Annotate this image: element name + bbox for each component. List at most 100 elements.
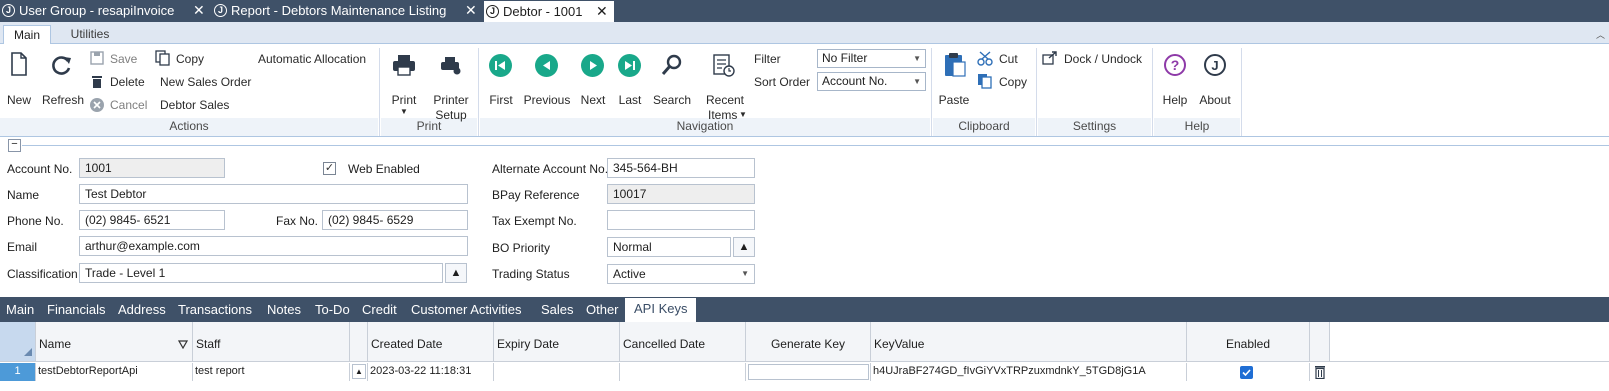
refresh-button[interactable]: Refresh	[40, 52, 84, 108]
cell-name[interactable]: testDebtorReportApi	[36, 363, 193, 381]
next-button[interactable]: Next	[576, 52, 610, 108]
save-icon	[90, 51, 104, 65]
tab-address[interactable]: Address	[118, 302, 166, 317]
divider	[379, 48, 380, 136]
collapse-ribbon-icon[interactable]: ︿	[1596, 28, 1605, 41]
col-header-cancelled[interactable]: Cancelled Date	[620, 322, 746, 362]
about-icon: J	[1204, 54, 1226, 76]
tab-to-do[interactable]: To-Do	[315, 302, 350, 317]
doc-tab-user-group[interactable]: J User Group - resapiInvoice ✕	[0, 0, 210, 22]
col-header-key[interactable]: KeyValue	[871, 322, 1187, 362]
account-no-field[interactable]: 1001	[79, 158, 225, 178]
bo-priority-lookup-button[interactable]: ▲	[733, 237, 755, 257]
copy-icon	[155, 50, 170, 66]
cell-created[interactable]: 2023-03-22 11:18:31	[368, 363, 494, 381]
copy-record-button[interactable]: Copy	[153, 50, 213, 68]
debtor-sales-button[interactable]: Debtor Sales	[160, 98, 229, 112]
col-header-created[interactable]: Created Date	[368, 322, 494, 362]
generate-key-button[interactable]	[748, 364, 869, 380]
ribbon-tab-main[interactable]: Main	[3, 25, 51, 45]
tab-customer-activities[interactable]: Customer Activities	[411, 302, 522, 317]
bpay-field[interactable]: 10017	[607, 184, 755, 204]
about-button[interactable]: J About	[1196, 52, 1234, 108]
email-field[interactable]: arthur@example.com	[79, 236, 468, 256]
web-enabled-checkbox[interactable]: ✓	[323, 162, 336, 175]
delete-row-button[interactable]	[1310, 363, 1330, 381]
enabled-checkbox[interactable]	[1240, 366, 1253, 379]
filter-icon[interactable]	[178, 340, 188, 349]
grid-corner[interactable]	[0, 322, 36, 362]
search-label: Search	[652, 93, 692, 107]
search-button[interactable]: Search	[650, 52, 694, 108]
doc-tab-debtor[interactable]: J Debtor - 1001 ✕	[484, 1, 614, 22]
recent-items-button[interactable]: Recent Items ▼	[702, 52, 748, 122]
collapse-panel-button[interactable]: −	[8, 139, 21, 152]
sort-order-select[interactable]: Account No. ▼	[817, 72, 926, 91]
trading-status-label: Trading Status	[492, 267, 570, 281]
previous-button[interactable]: Previous	[522, 52, 572, 108]
close-icon[interactable]: ✕	[193, 0, 205, 21]
help-button[interactable]: ? Help	[1158, 52, 1192, 108]
tab-financials[interactable]: Financials	[47, 302, 106, 317]
cell-staff[interactable]: test report	[193, 363, 350, 381]
staff-lookup-button[interactable]: ▲	[350, 363, 368, 381]
automatic-allocation-button[interactable]: Automatic Allocation	[258, 52, 366, 66]
cancel-button[interactable]: Cancel	[88, 96, 150, 114]
last-button[interactable]: Last	[614, 52, 646, 108]
first-button[interactable]: First	[484, 52, 518, 108]
close-icon[interactable]: ✕	[596, 1, 608, 22]
trading-status-select[interactable]: Active ▼	[607, 264, 755, 284]
classification-lookup-button[interactable]: ▲	[445, 263, 467, 283]
fax-field[interactable]: (02) 9845- 6529	[322, 210, 468, 230]
new-sales-order-button[interactable]: New Sales Order	[160, 75, 251, 89]
bo-priority-field[interactable]: Normal	[607, 237, 731, 257]
cell-key[interactable]: h4UJraBF274GD_fIvGiYVxTRPzuxmdnkY_5TGD8j…	[871, 363, 1187, 381]
dropdown-arrow-icon: ▼	[400, 107, 408, 116]
alt-account-label: Alternate Account No.	[492, 162, 609, 176]
cell-generate[interactable]	[746, 363, 871, 381]
phone-field[interactable]: (02) 9845- 6521	[79, 210, 225, 230]
bpay-label: BPay Reference	[492, 188, 580, 202]
cell-expiry[interactable]	[494, 363, 620, 381]
chevron-down-icon: ▼	[913, 54, 921, 63]
save-label: Save	[110, 52, 138, 66]
trash-icon	[92, 76, 102, 88]
tab-main[interactable]: Main	[6, 302, 34, 317]
delete-button[interactable]: Delete	[88, 73, 150, 91]
svg-text:J: J	[1211, 58, 1218, 73]
print-button[interactable]: Print ▼	[384, 52, 424, 118]
save-button[interactable]: Save	[88, 50, 150, 68]
tab-other[interactable]: Other	[586, 302, 619, 317]
paste-button[interactable]: Paste	[937, 52, 971, 108]
bo-priority-label: BO Priority	[492, 241, 551, 255]
cell-enabled[interactable]	[1187, 363, 1310, 381]
dock-undock-button[interactable]: Dock / Undock	[1041, 50, 1145, 68]
col-header-enabled[interactable]: Enabled	[1187, 322, 1310, 362]
col-header-name[interactable]: Name	[36, 322, 193, 362]
col-header-expiry[interactable]: Expiry Date	[494, 322, 620, 362]
filter-select[interactable]: No Filter ▼	[817, 49, 926, 68]
cell-cancelled[interactable]	[620, 363, 746, 381]
doc-tab-report[interactable]: J Report - Debtors Maintenance Listing ✕	[212, 0, 482, 22]
previous-record-icon	[535, 54, 558, 77]
row-number[interactable]: 1	[0, 363, 36, 381]
tab-api-keys[interactable]: API Keys	[625, 298, 697, 322]
tab-credit[interactable]: Credit	[362, 302, 397, 317]
name-field[interactable]: Test Debtor	[79, 184, 468, 204]
chevron-up-icon: ▲	[352, 364, 366, 379]
new-button[interactable]: New	[4, 52, 36, 108]
printer-setup-button[interactable]: Printer Setup	[428, 52, 474, 122]
tab-sales[interactable]: Sales	[541, 302, 574, 317]
cut-button[interactable]: Cut	[976, 50, 1026, 68]
col-header-staff[interactable]: Staff	[193, 322, 350, 362]
alt-account-field[interactable]: 345-564-BH	[607, 158, 755, 178]
clipboard-copy-button[interactable]: Copy	[976, 73, 1032, 91]
close-icon[interactable]: ✕	[465, 0, 477, 21]
ribbon-tab-utilities[interactable]: Utilities	[60, 25, 120, 44]
col-header-generate[interactable]: Generate Key	[746, 322, 871, 362]
tax-exempt-field[interactable]	[607, 210, 755, 230]
svg-text:?: ?	[1171, 57, 1180, 73]
classification-field[interactable]: Trade - Level 1	[79, 263, 443, 283]
tab-notes[interactable]: Notes	[267, 302, 301, 317]
tab-transactions[interactable]: Transactions	[178, 302, 252, 317]
